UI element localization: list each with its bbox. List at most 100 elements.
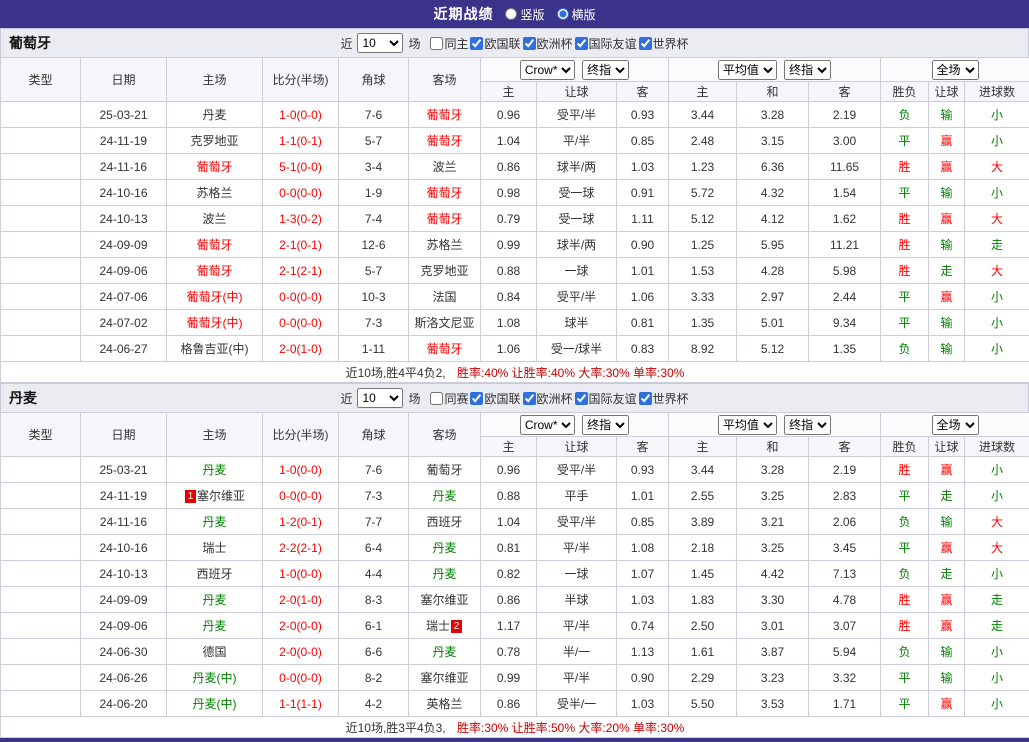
euro-average-select[interactable]: 平均值 [718, 60, 777, 80]
competition-label: 欧国联 [484, 390, 520, 407]
team-name-text: 葡萄牙 [196, 238, 232, 252]
vertical-layout-radio[interactable] [505, 8, 517, 20]
team-name-text: 葡萄牙 [426, 108, 462, 122]
asian-odds-controls: Crow* 终指 [481, 58, 669, 82]
friendly-checkbox[interactable] [575, 37, 588, 50]
asian-away-odds: 1.13 [617, 639, 669, 665]
red-card-badge: 2 [451, 620, 462, 633]
vertical-layout-label: 竖版 [520, 6, 544, 23]
scope-select[interactable]: 全场 [932, 60, 979, 80]
euro-away-odds: 11.21 [809, 232, 881, 258]
competition-filter-euro[interactable]: 欧洲杯 [523, 35, 573, 52]
home-team-cell: 葡萄牙 [167, 232, 263, 258]
score-cell: 2-0(1-0) [263, 336, 339, 362]
euro-final-odds-select[interactable]: 终指 [784, 60, 831, 80]
summary-prefix: 近10场,胜3平4负3, [346, 721, 446, 735]
euro-average-select[interactable]: 平均值 [718, 415, 777, 435]
result-handicap: 输 [929, 180, 965, 206]
result-outcome: 胜 [881, 457, 929, 483]
result-goals: 小 [965, 691, 1029, 717]
competition-label: 世界杯 [653, 35, 689, 52]
match-row: 欧国联24-09-09丹麦2-0(1-0)8-3塞尔维亚0.86半球1.031.… [1, 587, 1029, 613]
competition-filter-euro[interactable]: 欧洲杯 [523, 390, 573, 407]
result-handicap: 赢 [929, 206, 965, 232]
score-cell: 1-2(0-1) [263, 509, 339, 535]
result-goals: 小 [965, 180, 1029, 206]
euro-draw-odds: 3.25 [737, 535, 809, 561]
home-team-cell: 丹麦 [167, 509, 263, 535]
col-header-asian-away: 客 [617, 82, 669, 102]
away-team-cell: 苏格兰 [409, 232, 481, 258]
same-venue-checkbox[interactable] [430, 37, 443, 50]
competition-filter-worldcup[interactable]: 世界杯 [639, 35, 689, 52]
euro-checkbox[interactable] [523, 392, 536, 405]
result-handicap: 走 [929, 483, 965, 509]
home-team-cell: 苏格兰 [167, 180, 263, 206]
bookmaker-select[interactable]: Crow* [520, 415, 575, 435]
match-date: 24-07-06 [81, 284, 167, 310]
team-name-text: 葡萄牙 [426, 342, 462, 356]
team-name-text: 塞尔维亚 [420, 593, 468, 607]
team-name-text: 葡萄牙 [426, 212, 462, 226]
euro-home-odds: 3.89 [669, 509, 737, 535]
match-row: 欧国联25-03-21丹麦1-0(0-0)7-6葡萄牙0.96受平/半0.933… [1, 457, 1029, 483]
matches-label: 场 [408, 390, 420, 407]
result-handicap: 赢 [929, 613, 965, 639]
team-name-text: 葡萄牙 [426, 186, 462, 200]
layout-vertical-option[interactable]: 竖版 [505, 6, 544, 23]
same-competition-filter[interactable]: 同赛 [430, 390, 468, 407]
same-venue-filter[interactable]: 同主 [430, 35, 468, 52]
asian-home-odds: 1.06 [481, 336, 537, 362]
home-team-cell: 丹麦 [167, 457, 263, 483]
world-cup-checkbox[interactable] [639, 37, 652, 50]
asian-handicap: 平/半 [537, 665, 617, 691]
asian-home-odds: 0.88 [481, 258, 537, 284]
result-goals: 小 [965, 284, 1029, 310]
result-outcome: 胜 [881, 154, 929, 180]
bookmaker-select[interactable]: Crow* [520, 60, 575, 80]
scope-select[interactable]: 全场 [932, 415, 979, 435]
league-badge: 欧国联 [1, 613, 81, 639]
result-outcome: 平 [881, 691, 929, 717]
result-handicap: 输 [929, 310, 965, 336]
team-name-text: 克罗地亚 [420, 264, 468, 278]
horizontal-layout-radio[interactable] [557, 8, 569, 20]
same-competition-checkbox[interactable] [430, 392, 443, 405]
league-badge: 欧洲杯 [1, 639, 81, 665]
team-name-text: 波兰 [432, 160, 456, 174]
competition-filter-friendly[interactable]: 国际友谊 [575, 35, 637, 52]
team-name-text: 格鲁吉亚(中) [181, 342, 249, 356]
result-handicap: 赢 [929, 154, 965, 180]
competition-filter-nationsleague[interactable]: 欧国联 [470, 35, 520, 52]
euro-final-odds-select[interactable]: 终指 [784, 415, 831, 435]
asian-final-odds-select[interactable]: 终指 [582, 60, 629, 80]
result-outcome: 平 [881, 483, 929, 509]
nations-league-checkbox[interactable] [470, 37, 483, 50]
asian-away-odds: 0.90 [617, 232, 669, 258]
league-badge: 欧国联 [1, 206, 81, 232]
corners-cell: 1-9 [339, 180, 409, 206]
corners-cell: 7-6 [339, 457, 409, 483]
asian-home-odds: 0.99 [481, 232, 537, 258]
competition-filter-worldcup[interactable]: 世界杯 [639, 390, 689, 407]
nations-league-checkbox[interactable] [470, 392, 483, 405]
layout-horizontal-option[interactable]: 横版 [557, 6, 596, 23]
result-goals: 小 [965, 483, 1029, 509]
friendly-checkbox[interactable] [575, 392, 588, 405]
world-cup-checkbox[interactable] [639, 392, 652, 405]
competition-filter-friendly[interactable]: 国际友谊 [575, 390, 637, 407]
euro-away-odds: 7.13 [809, 561, 881, 587]
home-team-cell: 波兰 [167, 206, 263, 232]
asian-final-odds-select[interactable]: 终指 [582, 415, 629, 435]
competition-filter-nationsleague[interactable]: 欧国联 [470, 390, 520, 407]
result-goals: 小 [965, 639, 1029, 665]
euro-checkbox[interactable] [523, 37, 536, 50]
recent-count-select[interactable]: 10 [357, 33, 403, 53]
recent-label: 近 [340, 35, 352, 52]
match-row: 欧国联24-11-19克罗地亚1-1(0-1)5-7葡萄牙1.04平/半0.85… [1, 128, 1029, 154]
match-date: 25-03-21 [81, 102, 167, 128]
result-goals: 小 [965, 336, 1029, 362]
asian-home-odds: 1.04 [481, 509, 537, 535]
recent-count-select[interactable]: 10 [357, 388, 403, 408]
euro-away-odds: 1.71 [809, 691, 881, 717]
